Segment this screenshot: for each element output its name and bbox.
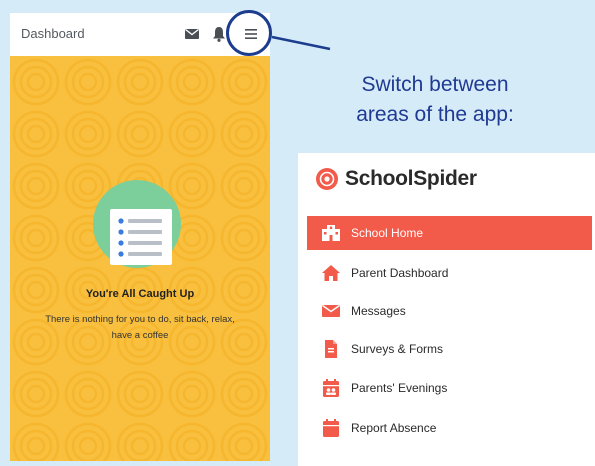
schoolspider-logo: SchoolSpider: [315, 167, 477, 191]
nav-item-messages[interactable]: Messages: [307, 294, 592, 328]
annotation-caption: Switch between areas of the app:: [320, 70, 550, 130]
nav-label-surveys-forms: Surveys & Forms: [351, 342, 444, 356]
form-document-icon: [325, 340, 337, 358]
spider-logo-icon: [316, 168, 338, 190]
nav-item-report-absence[interactable]: Report Absence: [307, 411, 592, 445]
nav-label-report-absence: Report Absence: [351, 421, 437, 435]
brand-name: SchoolSpider: [345, 167, 477, 191]
school-building-icon: [322, 225, 340, 241]
envelope-icon: [322, 304, 340, 317]
brand-prefix: School: [345, 167, 414, 190]
calendar-icon: [323, 419, 339, 437]
calendar-people-icon: [323, 379, 339, 397]
caption-line-1: Switch between: [361, 73, 509, 96]
nav-item-school-home[interactable]: School Home: [307, 216, 592, 250]
home-icon: [322, 265, 340, 281]
nav-label-parents-evenings: Parents' Evenings: [351, 381, 448, 395]
nav-label-school-home: School Home: [351, 226, 424, 240]
brand-suffix: Spider: [413, 167, 477, 190]
navigation-menu: SchoolSpider School Home Parent Dashboar…: [298, 153, 595, 466]
nav-item-surveys-forms[interactable]: Surveys & Forms: [307, 332, 592, 366]
nav-item-parents-evenings[interactable]: Parents' Evenings: [307, 371, 592, 405]
nav-label-parent-dashboard: Parent Dashboard: [351, 266, 449, 280]
nav-item-parent-dashboard[interactable]: Parent Dashboard: [307, 256, 592, 290]
nav-label-messages: Messages: [351, 304, 406, 318]
caption-line-2: areas of the app:: [356, 103, 514, 126]
